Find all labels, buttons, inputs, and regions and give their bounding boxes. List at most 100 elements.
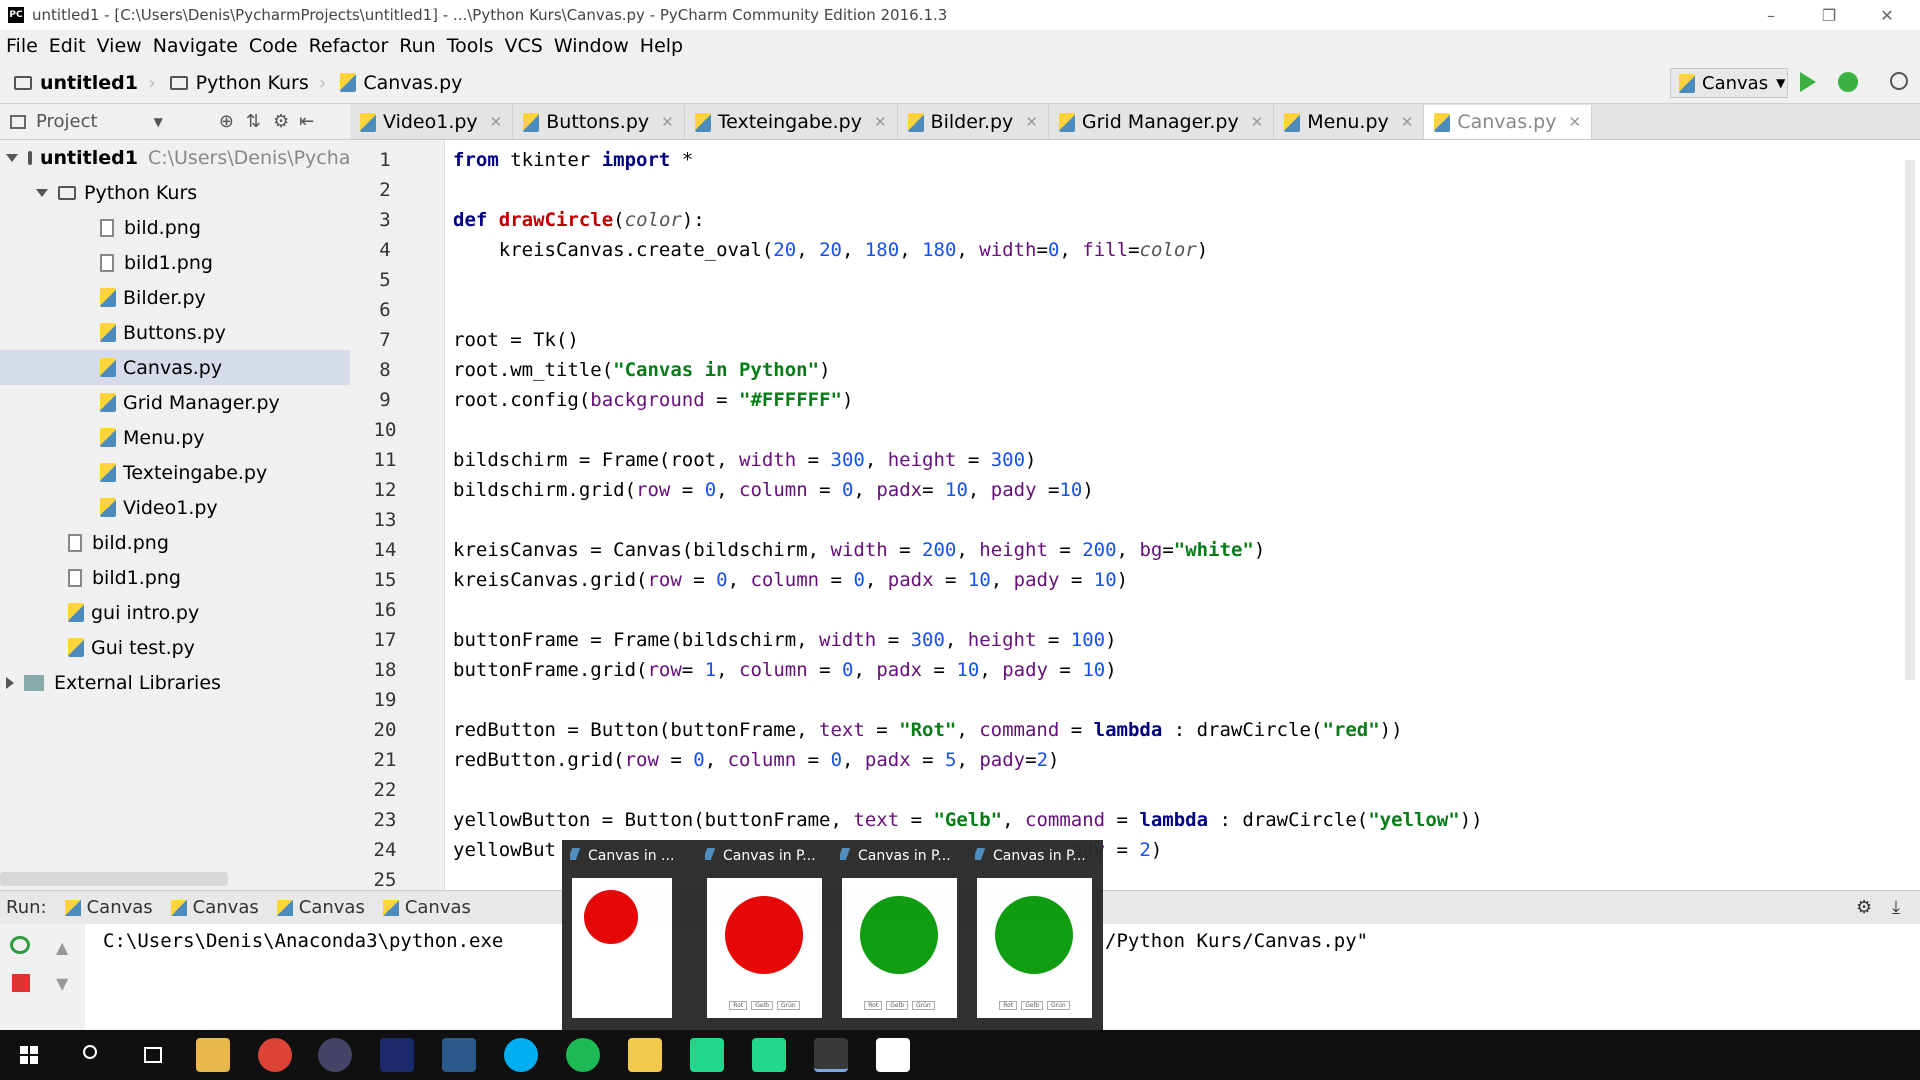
collapse-icon[interactable]: ⇅ — [246, 111, 261, 132]
close-icon[interactable]: ✕ — [490, 113, 503, 131]
close-icon[interactable]: ✕ — [1568, 113, 1581, 131]
tab-menu[interactable]: Menu.py ✕ — [1274, 105, 1425, 139]
search-icon[interactable] — [74, 1038, 108, 1072]
tab-buttons[interactable]: Buttons.py ✕ — [513, 105, 685, 139]
task-view-icon[interactable] — [136, 1038, 170, 1072]
tab-grid-manager[interactable]: Grid Manager.py ✕ — [1049, 105, 1275, 139]
gear-icon[interactable]: ⚙ — [1856, 897, 1872, 918]
clion-icon[interactable] — [690, 1038, 724, 1072]
tree-item-file[interactable]: Video1.py — [0, 490, 350, 525]
breadcrumb-folder[interactable]: Python Kurs › — [156, 72, 326, 94]
project-view-select[interactable]: Project — [36, 111, 98, 132]
hide-panel-icon[interactable]: ⤓ — [1892, 897, 1900, 918]
windows-start-icon[interactable] — [12, 1038, 46, 1072]
tab-canvas[interactable]: Canvas.py ✕ — [1424, 105, 1593, 139]
menu-run[interactable]: Run — [399, 35, 435, 57]
app-icon[interactable] — [876, 1038, 910, 1072]
tree-item-file[interactable]: bild1.png — [0, 245, 350, 280]
gear-icon[interactable]: ⚙ — [273, 111, 289, 132]
tree-item-file[interactable]: bild1.png — [0, 560, 350, 595]
skype-icon[interactable] — [504, 1038, 538, 1072]
app-icon[interactable] — [380, 1038, 414, 1072]
python-file-icon — [100, 393, 116, 412]
tree-item-untitled1[interactable]: untitled1 C:\Users\Denis\Pycha — [0, 140, 350, 175]
run-icon[interactable] — [1800, 72, 1816, 92]
tree-item-file[interactable]: bild.png — [0, 525, 350, 560]
menu-tools[interactable]: Tools — [447, 35, 494, 57]
debug-icon[interactable] — [1838, 72, 1858, 92]
window-preview[interactable]: Canvas in P... Rot Gelb Grün — [697, 840, 832, 1030]
code-editor[interactable]: 1 2 3 4 5 6 7 8 9 10 11 12 13 14 15 16 1… — [350, 140, 1920, 890]
app-icon[interactable] — [318, 1038, 352, 1072]
tree-item-label: bild1.png — [92, 566, 181, 589]
editor-scrollbar[interactable] — [1905, 160, 1915, 680]
breadcrumb-project[interactable]: untitled1 › — [0, 72, 156, 94]
code-line-20: redButton = Button(buttonFrame, text = "… — [453, 719, 1403, 741]
search-icon[interactable] — [1890, 72, 1908, 90]
arrow-down-icon[interactable]: ▼ — [56, 974, 68, 993]
menu-code[interactable]: Code — [249, 35, 298, 57]
target-icon[interactable]: ⊕ — [219, 111, 234, 132]
menu-vcs[interactable]: VCS — [505, 35, 543, 57]
tree-item-external-libraries[interactable]: External Libraries — [0, 665, 350, 700]
code-line-18: buttonFrame.grid(row= 1, column = 0, pad… — [453, 659, 1117, 681]
expand-icon[interactable] — [36, 188, 48, 197]
close-icon[interactable]: ✕ — [1401, 113, 1414, 131]
run-tab[interactable]: Canvas — [170, 897, 259, 918]
run-tab-label: Canvas — [86, 897, 153, 918]
tree-item-file[interactable]: Gui test.py — [0, 630, 350, 665]
run-tab[interactable]: Canvas — [382, 897, 471, 918]
python-tk-taskbar-icon[interactable] — [814, 1038, 848, 1072]
tab-texteingabe[interactable]: Texteingabe.py ✕ — [685, 105, 898, 139]
tab-bilder[interactable]: Bilder.py ✕ — [898, 105, 1049, 139]
menu-view[interactable]: View — [97, 35, 142, 57]
file-explorer-icon[interactable] — [196, 1038, 230, 1072]
spotify-icon[interactable] — [566, 1038, 600, 1072]
tree-item-file[interactable]: Buttons.py — [0, 315, 350, 350]
tab-label: Menu.py — [1307, 111, 1389, 133]
expand-icon[interactable] — [6, 153, 18, 162]
run-tab[interactable]: Canvas — [276, 897, 365, 918]
menu-refactor[interactable]: Refactor — [309, 35, 389, 57]
menu-window[interactable]: Window — [554, 35, 629, 57]
tree-item-file[interactable]: gui intro.py — [0, 595, 350, 630]
tree-item-file[interactable]: Menu.py — [0, 420, 350, 455]
close-icon[interactable]: ✕ — [1251, 113, 1264, 131]
menu-help[interactable]: Help — [640, 35, 683, 57]
menu-edit[interactable]: Edit — [49, 35, 86, 57]
pycharm-taskbar-icon[interactable] — [752, 1038, 786, 1072]
chevron-down-icon[interactable]: ▼ — [154, 115, 163, 129]
python-file-icon — [1058, 112, 1075, 132]
stop-icon[interactable] — [12, 974, 30, 992]
window-preview[interactable]: Canvas in P... Rot Gelb Grün — [967, 840, 1102, 1030]
rerun-icon[interactable] — [10, 936, 30, 954]
tree-item-python-kurs[interactable]: Python Kurs — [0, 175, 350, 210]
tab-video1[interactable]: Video1.py ✕ — [350, 105, 514, 139]
breadcrumb-file[interactable]: Canvas.py — [326, 72, 462, 94]
menu-navigate[interactable]: Navigate — [153, 35, 238, 57]
run-config-select[interactable]: Canvas ▼ — [1670, 68, 1788, 98]
tree-item-file[interactable]: Texteingabe.py — [0, 455, 350, 490]
run-tab[interactable]: Canvas — [64, 897, 153, 918]
collapse-icon[interactable] — [6, 676, 14, 689]
menu-file[interactable]: File — [6, 35, 38, 57]
tree-item-file-selected[interactable]: Canvas.py — [0, 350, 350, 385]
close-button[interactable]: ✕ — [1858, 0, 1916, 30]
tree-item-file[interactable]: Grid Manager.py — [0, 385, 350, 420]
window-preview[interactable]: Canvas in ... — [562, 840, 697, 1030]
hide-panel-icon[interactable]: ⇤ — [299, 111, 314, 132]
tree-item-file[interactable]: bild.png — [0, 210, 350, 245]
close-icon[interactable]: ✕ — [874, 113, 887, 131]
tree-scrollbar[interactable] — [0, 872, 228, 886]
tree-item-file[interactable]: Bilder.py — [0, 280, 350, 315]
code-line-14: kreisCanvas = Canvas(bildschirm, width =… — [453, 539, 1266, 561]
chrome-icon[interactable] — [258, 1038, 292, 1072]
maximize-button[interactable]: ❐ — [1800, 0, 1858, 30]
visual-studio-icon[interactable] — [442, 1038, 476, 1072]
arrow-up-icon[interactable]: ▲ — [56, 938, 68, 957]
minimize-button[interactable]: – — [1742, 0, 1800, 30]
app-icon[interactable] — [628, 1038, 662, 1072]
close-icon[interactable]: ✕ — [1025, 113, 1038, 131]
window-preview[interactable]: Canvas in P... Rot Gelb Grün — [832, 840, 967, 1030]
close-icon[interactable]: ✕ — [661, 113, 674, 131]
